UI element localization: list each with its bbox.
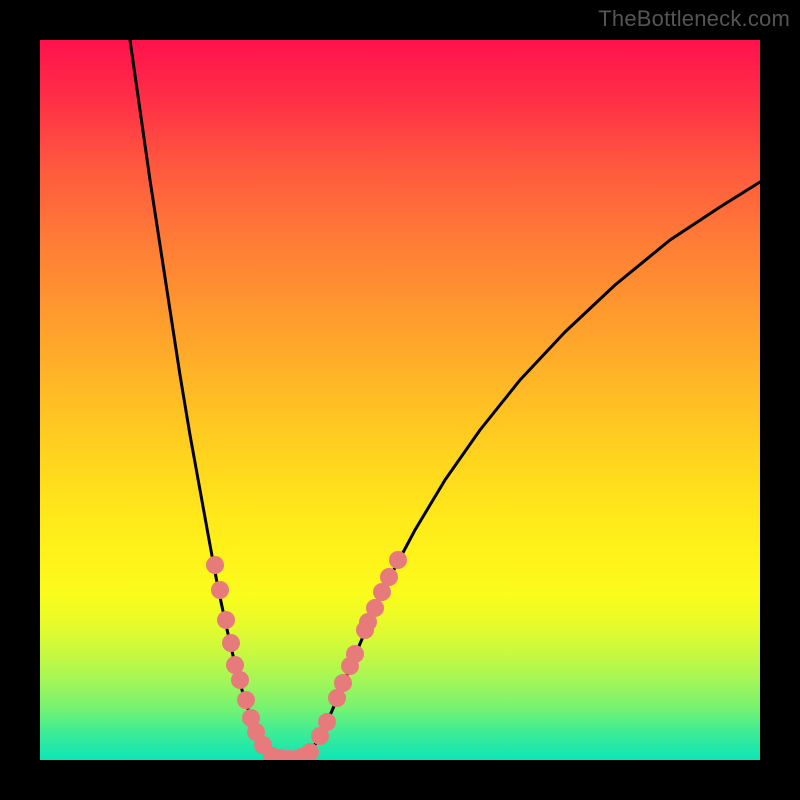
marker-dot [301, 743, 319, 760]
marker-dot [389, 551, 407, 569]
marker-dot [318, 713, 336, 731]
marker-dot [231, 671, 249, 689]
marker-dot [206, 556, 224, 574]
chart-plot-area [40, 40, 760, 760]
marker-dot [237, 691, 255, 709]
marker-dot [346, 645, 364, 663]
marker-dot [222, 634, 240, 652]
chart-svg-overlay [40, 40, 760, 760]
curve-right-curve [310, 182, 760, 752]
marker-dot [211, 581, 229, 599]
marker-dot [217, 611, 235, 629]
chart-frame: TheBottleneck.com [0, 0, 800, 800]
marker-dot [380, 568, 398, 586]
marker-dot [334, 674, 352, 692]
curve-left-curve [130, 40, 268, 752]
marker-dot [366, 599, 384, 617]
watermark-text: TheBottleneck.com [598, 6, 790, 32]
